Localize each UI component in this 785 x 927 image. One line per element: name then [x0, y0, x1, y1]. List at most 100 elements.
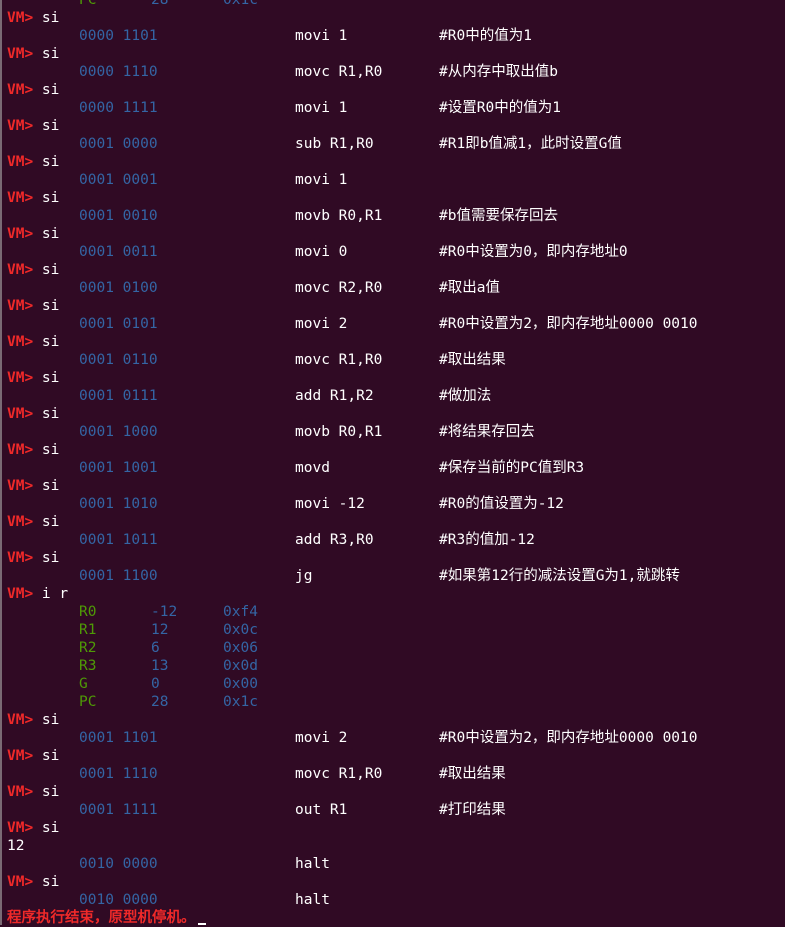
prompt-label: VM> [7, 82, 42, 98]
instruction-mnemonic: sub R1,R0 [295, 136, 374, 152]
command-text: si [41, 442, 60, 458]
instruction-address: 0001 0111 [79, 388, 158, 404]
register-decimal: 6 [151, 640, 160, 656]
prompt-line: VM> si [7, 783, 785, 801]
register-hex: 0xf4 [223, 604, 258, 620]
instruction-address: 0010 0000 [79, 856, 158, 872]
instruction-mnemonic: halt [295, 856, 330, 872]
command-text: si [41, 874, 60, 890]
instruction-comment: #b值需要保存回去 [439, 208, 558, 224]
command-text: si [41, 82, 60, 98]
program-output: 12 [7, 838, 25, 854]
instruction-comment: #将结果存回去 [439, 424, 535, 440]
instruction-mnemonic: movb R0,R1 [295, 208, 383, 224]
prompt-label: VM> [7, 154, 42, 170]
prompt-label: VM> [7, 190, 42, 206]
register-line: G 0 0x00 [7, 675, 785, 693]
prompt-label: VM> [7, 748, 42, 764]
instruction-mnemonic: movc R1,R0 [295, 766, 383, 782]
instruction-address: 0001 1100 [79, 568, 158, 584]
instruction-address: 0001 0101 [79, 316, 158, 332]
prompt-line: VM> si [7, 297, 785, 315]
instruction-mnemonic: add R3,R0 [295, 532, 374, 548]
prompt-line: VM> si [7, 369, 785, 387]
instruction-mnemonic: movi -12 [295, 496, 365, 512]
instruction-mnemonic: add R1,R2 [295, 388, 374, 404]
register-decimal: 0 [151, 676, 160, 692]
prompt-label: VM> [7, 298, 42, 314]
instruction-line: 0001 1111 out R1 #打印结果 [7, 801, 785, 819]
prompt-label: VM> [7, 406, 42, 422]
command-text: si [41, 712, 60, 728]
register-decimal: 28 [151, 694, 169, 710]
prompt-label: VM> [7, 820, 42, 836]
instruction-comment: #R0中设置为0，即内存地址0 [439, 244, 628, 260]
command-text: i r [41, 586, 69, 602]
prompt-label: VM> [7, 586, 42, 602]
prompt-line: VM> si [7, 405, 785, 423]
prompt-line: VM> si [7, 873, 785, 891]
prompt-label: VM> [7, 784, 42, 800]
instruction-line: 0001 0101 movi 2 #R0中设置为2，即内存地址0000 0010 [7, 315, 785, 333]
instruction-line: 0001 0011 movi 0 #R0中设置为0，即内存地址0 [7, 243, 785, 261]
instruction-address: 0000 1110 [79, 64, 158, 80]
instruction-comment: #R1即b值减1，此时设置G值 [439, 136, 622, 152]
instruction-line: 0000 1111 movi 1 #设置R0中的值为1 [7, 99, 785, 117]
instruction-line: 0001 0110 movc R1,R0 #取出结果 [7, 351, 785, 369]
instruction-mnemonic: movi 0 [295, 244, 348, 260]
command-text: si [41, 820, 60, 836]
prompt-line: VM> si [7, 117, 785, 135]
register-hex: 0x1c [223, 694, 258, 710]
command-text: si [41, 190, 60, 206]
register-hex: 0x06 [223, 640, 258, 656]
instruction-mnemonic: movi 1 [295, 28, 348, 44]
instruction-address: 0001 1011 [79, 532, 158, 548]
instruction-comment: #R0中设置为2，即内存地址0000 0010 [439, 730, 698, 746]
prompt-label: VM> [7, 550, 42, 566]
instruction-address: 0001 1010 [79, 496, 158, 512]
instruction-mnemonic: movc R2,R0 [295, 280, 383, 296]
instruction-mnemonic: movi 2 [295, 730, 348, 746]
prompt-label: VM> [7, 118, 42, 134]
instruction-mnemonic: movi 1 [295, 100, 348, 116]
instruction-address: 0001 0110 [79, 352, 158, 368]
instruction-mnemonic: halt [295, 892, 330, 908]
instruction-address: 0000 1111 [79, 100, 158, 116]
prompt-line: VM> si [7, 747, 785, 765]
terminal-output[interactable]: PC 28 0x1c VM> si 0000 1101 movi 1 #R0中的值为1 VM>… [7, 0, 785, 927]
instruction-address: 0001 1111 [79, 802, 158, 818]
instruction-comment: #取出结果 [439, 352, 506, 368]
prompt-line: VM> si [7, 441, 785, 459]
command-text: si [41, 298, 60, 314]
instruction-mnemonic: movi 1 [295, 172, 348, 188]
command-text: si [41, 406, 60, 422]
register-decimal: -12 [151, 604, 178, 620]
instruction-line: 0001 1110 movc R1,R0 #取出结果 [7, 765, 785, 783]
final-message-line: 程序执行结束，原型机停机。 [7, 909, 785, 927]
instruction-mnemonic: movb R0,R1 [295, 424, 383, 440]
register-decimal: 12 [151, 622, 169, 638]
instruction-comment: #保存当前的PC值到R3 [439, 460, 585, 476]
prompt-line: VM> si [7, 549, 785, 567]
instruction-comment: #从内存中取出值b [439, 64, 558, 80]
instruction-comment: #R0中的值为1 [439, 28, 532, 44]
command-text: si [41, 514, 60, 530]
instruction-address: 0001 0010 [79, 208, 158, 224]
command-text: si [41, 550, 60, 566]
instruction-line: 0001 1001 movd #保存当前的PC值到R3 [7, 459, 785, 477]
prompt-label: VM> [7, 478, 42, 494]
instruction-mnemonic: jg [295, 568, 313, 584]
register-name: PC [79, 694, 97, 710]
instruction-address: 0010 0000 [79, 892, 158, 908]
register-name: R1 [79, 622, 97, 638]
instruction-line: 0010 0000 halt [7, 855, 785, 873]
register-name: R2 [79, 640, 97, 656]
command-text: si [41, 784, 60, 800]
instruction-comment: #做加法 [439, 388, 492, 404]
register-line: PC 28 0x1c [7, 0, 785, 9]
instruction-line: 0001 1100 jg #如果第12行的减法设置G为1,就跳转 [7, 567, 785, 585]
prompt-label: VM> [7, 874, 42, 890]
instruction-line: 0001 0100 movc R2,R0 #取出a值 [7, 279, 785, 297]
instruction-line: 0001 1000 movb R0,R1 #将结果存回去 [7, 423, 785, 441]
instruction-mnemonic: out R1 [295, 802, 348, 818]
